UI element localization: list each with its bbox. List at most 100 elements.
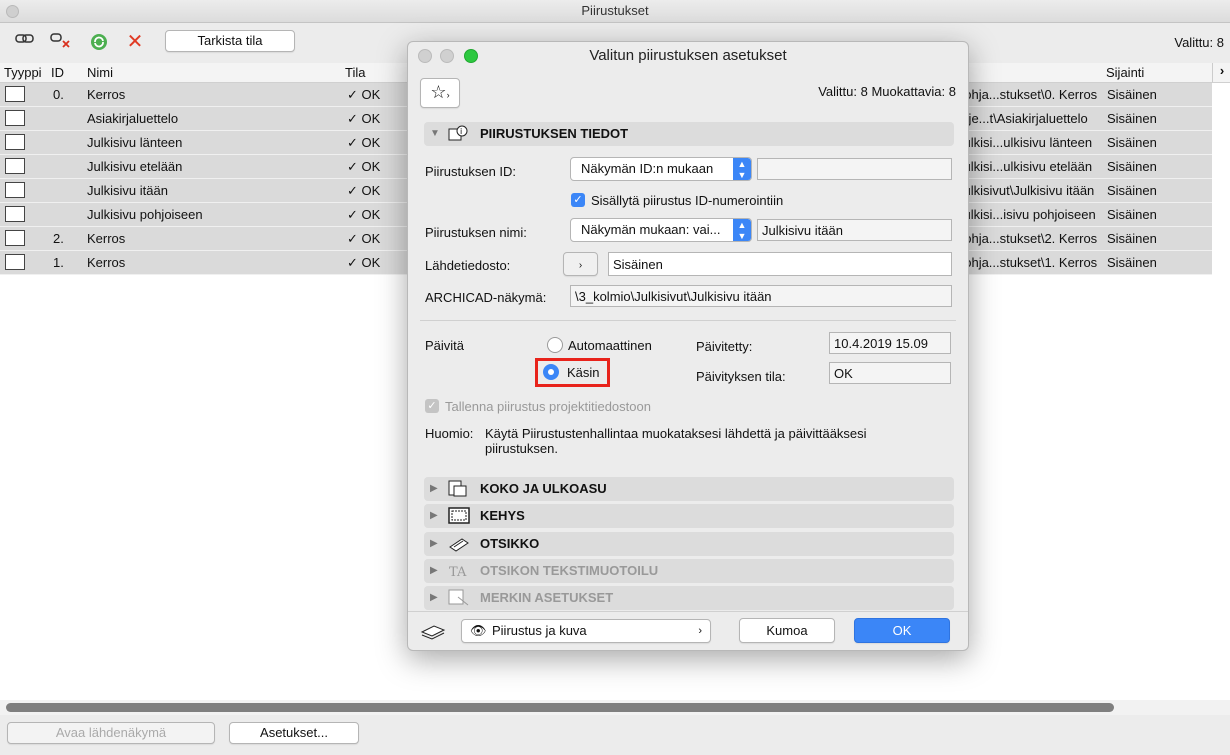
window-titlebar: Piirustukset	[0, 0, 1230, 23]
row-status: ✓ OK	[347, 111, 381, 126]
section-title-settings[interactable]: ▶ OTSIKKO	[424, 532, 954, 556]
save-in-project-checkbox[interactable]: ✓	[425, 399, 439, 413]
source-file-button[interactable]: ›	[563, 252, 598, 276]
drawing-type-icon	[5, 110, 25, 126]
drawing-name-label: Piirustuksen nimi:	[425, 225, 527, 240]
drawing-name-popup[interactable]: Näkymän mukaan: vai... ▲ ▼	[570, 218, 752, 242]
manual-label: Käsin	[567, 365, 600, 380]
section-title: OTSIKON TEKSTIMUOTOILU	[480, 563, 659, 578]
drawing-type-icon	[5, 86, 25, 102]
favorites-button[interactable]: ☆›	[420, 78, 460, 108]
title-icon	[448, 535, 469, 552]
collapsed-triangle-icon: ▶	[430, 538, 438, 549]
source-file-label: Lähdetiedosto:	[425, 258, 511, 273]
popup-arrows-icon: ▲ ▼	[733, 219, 751, 241]
updated-field: 10.4.2019 15.09	[829, 332, 951, 354]
refresh-icon[interactable]	[88, 32, 110, 52]
save-in-project-label: Tallenna piirustus projektitiedostoon	[445, 399, 651, 414]
divider	[408, 611, 968, 612]
selected-editable-count: Valittu: 8 Muokattavia: 8	[818, 84, 956, 99]
col-status[interactable]: Tila	[345, 65, 365, 80]
col-location[interactable]: Sijainti	[1106, 65, 1144, 80]
row-location: Sisäinen	[1107, 207, 1157, 222]
row-location: Sisäinen	[1107, 159, 1157, 174]
update-label: Päivitä	[425, 338, 465, 353]
include-numbering-checkbox[interactable]: ✓	[571, 193, 585, 207]
drawing-settings-dialog: Valitun piirustuksen asetukset ☆› Valitt…	[407, 41, 969, 651]
chevron-right-icon: ›	[578, 260, 583, 271]
window-title: Piirustukset	[581, 3, 649, 18]
collapsed-triangle-icon: ▶	[430, 592, 438, 603]
drawing-type-icon	[5, 254, 25, 270]
row-path: pohja...stukset\1. Kerros	[957, 255, 1098, 270]
size-layout-icon	[448, 480, 468, 497]
section-title-text-format[interactable]: ▶ TA OTSIKON TEKSTIMUOTOILU	[424, 559, 954, 583]
automatic-radio[interactable]	[547, 337, 563, 353]
eye-icon: 👁	[470, 623, 487, 638]
section-drawing-info[interactable]: ▼ i PIIRUSTUKSEN TIEDOT	[424, 122, 954, 146]
col-name[interactable]: Nimi	[87, 65, 113, 80]
section-title: OTSIKKO	[480, 536, 540, 551]
dialog-close-button[interactable]	[418, 49, 432, 63]
view-mode-value: Piirustus ja kuva	[492, 623, 587, 638]
row-path: Julkisi...isivu pohjoiseen	[957, 207, 1096, 222]
dialog-zoom-button[interactable]	[464, 49, 478, 63]
unlink-icon[interactable]	[50, 32, 72, 52]
row-path: pohja...stukset\0. Kerros	[957, 87, 1098, 102]
delete-icon[interactable]: ✕	[124, 32, 146, 52]
drawing-id-field[interactable]	[757, 158, 952, 180]
horizontal-scrollbar[interactable]	[6, 703, 1114, 712]
section-title: KEHYS	[480, 508, 525, 523]
view-mode-popup[interactable]: 👁 Piirustus ja kuva ›	[461, 619, 711, 643]
drawing-id-popup[interactable]: Näkymän ID:n mukaan ▲ ▼	[570, 157, 752, 181]
column-scroll-right-icon[interactable]: ›	[1212, 63, 1230, 82]
row-status: ✓ OK	[347, 207, 381, 222]
popup-arrows-icon: ▲ ▼	[733, 158, 751, 180]
expanded-triangle-icon: ▼	[430, 128, 440, 139]
link-icon[interactable]	[14, 32, 36, 52]
marker-icon	[448, 589, 469, 606]
drawing-stack-icon	[420, 620, 446, 640]
drawing-type-icon	[5, 182, 25, 198]
row-id: 2.	[53, 231, 64, 246]
drawing-type-icon	[5, 230, 25, 246]
note-label: Huomio:	[425, 426, 474, 441]
row-name: Kerros	[87, 255, 126, 270]
archicad-view-label: ARCHICAD-näkymä:	[425, 290, 547, 305]
row-path: pohja...stukset\2. Kerros	[957, 231, 1098, 246]
row-location: Sisäinen	[1107, 231, 1157, 246]
section-frame[interactable]: ▶ KEHYS	[424, 504, 954, 528]
settings-button[interactable]: Asetukset...	[229, 722, 359, 744]
row-status: ✓ OK	[347, 231, 381, 246]
drawing-name-field[interactable]: Julkisivu itään	[757, 219, 952, 241]
row-location: Sisäinen	[1107, 255, 1157, 270]
section-title: MERKIN ASETUKSET	[480, 590, 614, 605]
source-file-field[interactable]: Sisäinen	[608, 252, 952, 276]
include-numbering-label: Sisällytä piirustus ID-numerointiin	[591, 193, 784, 208]
row-path: Julkisivut\Julkisivu itään	[957, 183, 1095, 198]
check-status-button[interactable]: Tarkista tila	[165, 30, 295, 52]
row-path: Julkisi...ulkisivu etelään	[957, 159, 1093, 174]
ok-button[interactable]: OK	[854, 618, 950, 643]
update-status-field: OK	[829, 362, 951, 384]
close-window-button[interactable]	[6, 5, 19, 18]
col-id[interactable]: ID	[51, 65, 64, 80]
dialog-minimize-button[interactable]	[440, 49, 454, 63]
cancel-button[interactable]: Kumoa	[739, 618, 835, 643]
drawing-info-icon: i	[448, 125, 468, 142]
svg-text:i: i	[460, 127, 462, 136]
col-type[interactable]: Tyyppi	[4, 65, 42, 80]
drawing-id-label: Piirustuksen ID:	[425, 164, 517, 179]
drawing-name-popup-value: Näkymän mukaan: vai...	[581, 222, 721, 237]
drawing-type-icon	[5, 134, 25, 150]
row-name: Julkisivu etelään	[87, 159, 183, 174]
row-name: Julkisivu itään	[87, 183, 168, 198]
open-source-view-button[interactable]: Avaa lähdenäkymä	[7, 722, 215, 744]
manual-radio[interactable]	[543, 364, 559, 380]
dialog-title: Valitun piirustuksen asetukset	[589, 47, 787, 64]
row-status: ✓ OK	[347, 255, 381, 270]
drawing-id-popup-value: Näkymän ID:n mukaan	[581, 161, 714, 176]
section-size-layout[interactable]: ▶ KOKO JA ULKOASU	[424, 477, 954, 501]
update-status-label: Päivityksen tila:	[696, 369, 786, 384]
section-marker-settings[interactable]: ▶ MERKIN ASETUKSET	[424, 586, 954, 610]
